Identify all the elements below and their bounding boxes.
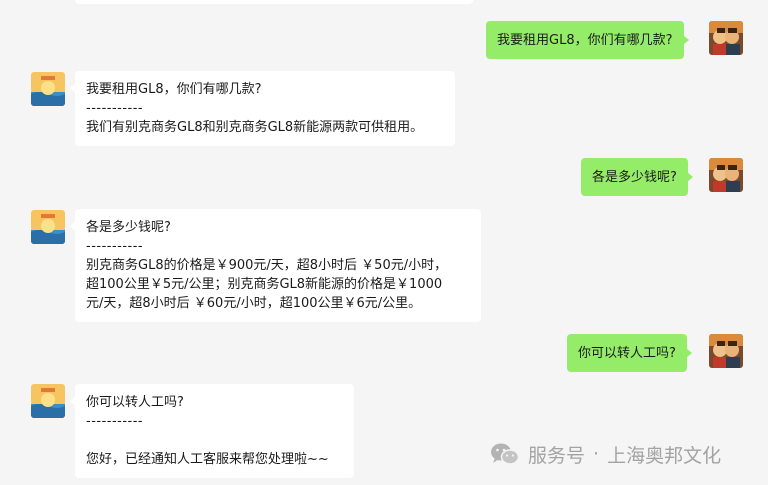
reply-line: 别克商务GL8的价格是￥900元/天，超8小时后 ￥50元/小时， [86, 258, 448, 273]
bot-avatar[interactable] [31, 384, 65, 418]
quote-divider: ----------- [86, 239, 144, 254]
outgoing-message-bubble[interactable]: 我要租用GL8，你们有哪几款? [486, 21, 688, 59]
user-avatar[interactable] [709, 21, 743, 55]
incoming-message-bubble[interactable]: 你可以转人工吗? ----------- 您好，已经通知人工客服来帮您处理啦~~ [70, 384, 354, 478]
user-avatar[interactable] [709, 158, 743, 192]
reply-blank-line [86, 431, 343, 450]
watermark-account-name: 上海奥邦文化 [607, 444, 722, 467]
message-text: 我要租用GL8，你们有哪几款? [497, 33, 673, 48]
reply-line: 您好，已经通知人工客服来帮您处理啦~~ [86, 452, 329, 467]
incoming-message-bubble[interactable]: 我要租用GL8，你们有哪几款? ----------- 我们有别克商务GL8和别… [70, 71, 455, 146]
incoming-message-bubble[interactable]: 各是多少钱呢? ----------- 别克商务GL8的价格是￥900元/天，超… [70, 209, 481, 322]
quoted-text: 各是多少钱呢? [86, 220, 171, 235]
partial-message-bubble [75, 0, 473, 4]
chat-area: 我要租用GL8，你们有哪几款? 我要租用GL8，你们有哪几款? --------… [0, 0, 768, 485]
reply-line: 超100公里￥5元/公里；别克商务GL8新能源的价格是￥1000 [86, 277, 443, 292]
bot-avatar[interactable] [31, 210, 65, 244]
user-avatar[interactable] [709, 334, 743, 368]
outgoing-message-bubble[interactable]: 各是多少钱呢? [581, 158, 693, 196]
reply-line: 我们有别克商务GL8和别克商务GL8新能源两款可供租用。 [86, 120, 424, 135]
reply-line: 元/天，超8小时后 ￥60元/小时，超100公里￥6元/公里。 [86, 296, 422, 311]
message-text: 你可以转人工吗? [578, 346, 676, 361]
watermark-label: 服务号 [528, 444, 586, 467]
message-text: 各是多少钱呢? [592, 170, 677, 185]
watermark-separator: · [593, 443, 600, 465]
quoted-text: 你可以转人工吗? [86, 395, 184, 410]
wechat-icon [490, 442, 520, 466]
account-watermark: 服务号 · 上海奥邦文化 [490, 440, 721, 468]
quote-divider: ----------- [86, 414, 144, 429]
quote-divider: ----------- [86, 101, 144, 116]
outgoing-message-bubble[interactable]: 你可以转人工吗? [567, 334, 692, 372]
quoted-text: 我要租用GL8，你们有哪几款? [86, 82, 262, 97]
bot-avatar[interactable] [31, 72, 65, 106]
